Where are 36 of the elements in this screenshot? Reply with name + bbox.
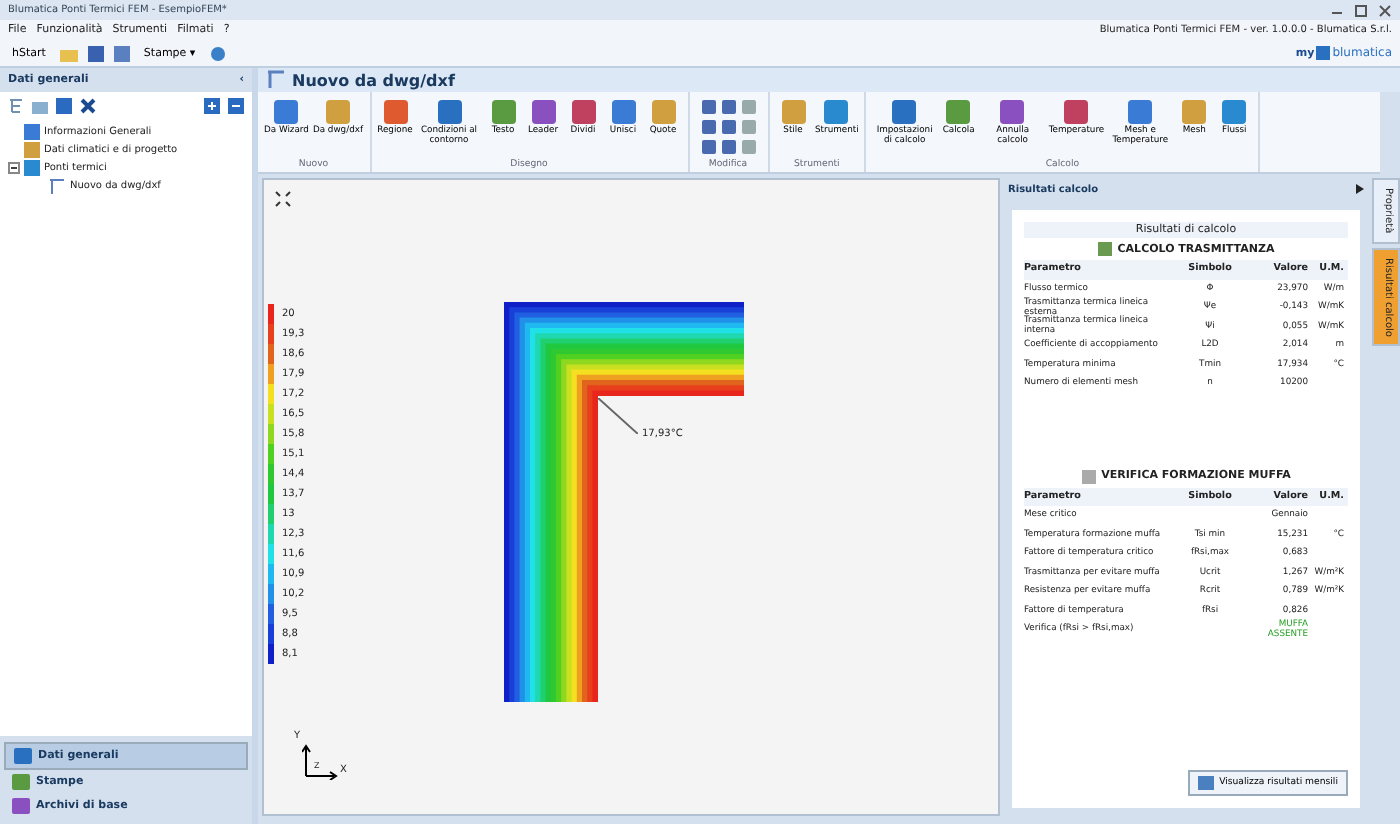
expand-icon[interactable] [204,98,220,114]
axes-drawing [302,744,338,780]
table-icon [1197,776,1214,790]
tool-icon [942,96,975,128]
section-icon [1097,242,1112,256]
brand-logo-icon [1316,46,1331,60]
tool-icon [1124,96,1157,128]
tool-icon [996,96,1029,128]
drawing-icon [48,177,66,193]
fit-view-icon[interactable] [274,190,292,208]
drawing-icon [266,70,286,90]
tree-icon[interactable] [8,98,24,114]
tool-icon [647,96,679,128]
document-title: Nuovo da dwg/dxf [292,71,455,89]
tool-icon [1060,96,1093,128]
tool-icon [820,96,853,128]
tool-icon [487,96,519,128]
collapse-icon[interactable] [228,98,244,114]
tool-icon [321,96,354,128]
tool-icon [607,96,639,128]
tool-icon [1218,96,1251,128]
tool-icon [567,96,599,128]
tool-icon [1178,96,1211,128]
leader-line [598,398,638,434]
section-icon [1081,469,1096,483]
tool-icon [433,96,465,128]
tree-toggle-icon[interactable] [8,161,20,173]
tool-icon [527,96,559,128]
close-icon[interactable] [1378,3,1392,17]
maximize-icon[interactable] [1354,3,1368,17]
tool-icon [270,96,303,128]
tool-icon [888,96,921,128]
expand-arrow-icon[interactable] [1356,184,1364,194]
tool-icon [777,96,809,128]
tool-icon [379,96,411,128]
delete-icon[interactable] [80,98,96,114]
